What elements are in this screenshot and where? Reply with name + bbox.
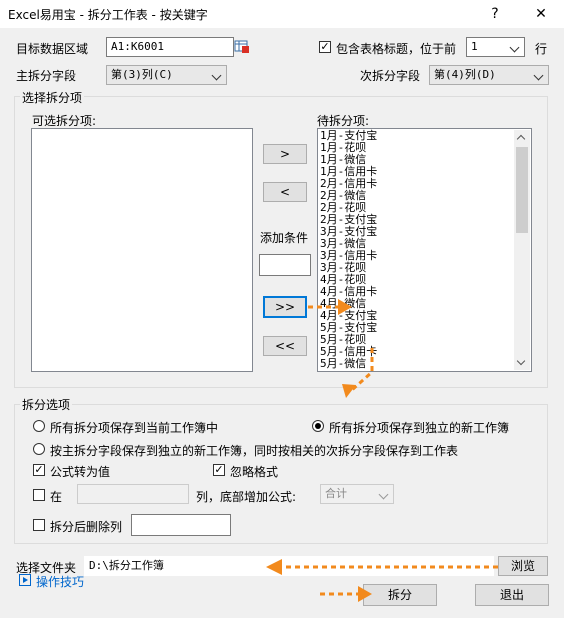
arrow-head: [338, 299, 352, 315]
arrow-head: [266, 559, 282, 575]
arrow-head: [342, 384, 356, 398]
arrow-to-new-workbook: [350, 348, 374, 392]
arrow-head: [358, 586, 372, 602]
annotation-arrows: [266, 299, 498, 602]
